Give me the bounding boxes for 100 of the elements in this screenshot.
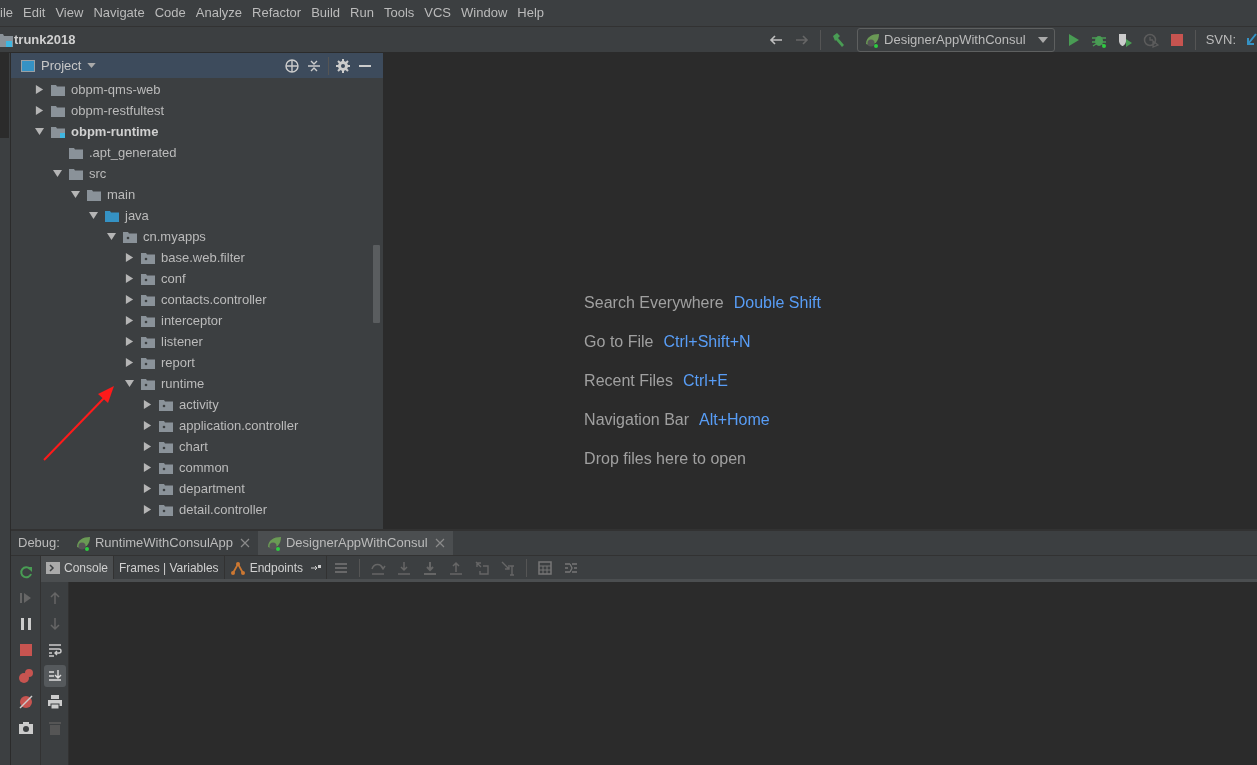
tree-item[interactable]: common <box>179 457 229 478</box>
collapse-arrow-icon[interactable] <box>106 232 116 241</box>
menu-item[interactable]: Code <box>154 3 186 23</box>
menu-item[interactable]: View <box>55 3 84 23</box>
tree-item[interactable]: chart <box>179 436 208 457</box>
expand-arrow-icon[interactable] <box>124 295 134 304</box>
expand-arrow-icon[interactable] <box>142 484 152 493</box>
menu-item[interactable]: Tools <box>383 3 415 23</box>
package-icon <box>159 419 173 432</box>
menu-item[interactable]: Build <box>311 3 341 23</box>
spring-leaf-icon <box>265 535 282 551</box>
tree-item[interactable]: department <box>179 478 245 499</box>
expand-arrow-icon[interactable] <box>124 337 134 346</box>
collapse-arrow-icon[interactable] <box>34 127 44 136</box>
collapse-arrow-icon[interactable] <box>52 169 62 178</box>
hint-text: Navigation Bar <box>584 410 690 430</box>
panel-title[interactable]: Project <box>41 55 82 76</box>
collapse-arrow-icon[interactable] <box>124 379 134 388</box>
tree-item[interactable]: interceptor <box>161 310 223 331</box>
package-icon <box>159 440 173 453</box>
folder-icon <box>87 188 101 201</box>
soft-wrap-icon[interactable] <box>46 642 63 658</box>
tree-item[interactable]: obpm-qms-web <box>71 79 161 100</box>
menu-item[interactable]: Edit <box>23 3 46 23</box>
camera-icon[interactable] <box>17 720 34 736</box>
debug-label: Debug: <box>17 534 61 553</box>
package-icon <box>141 377 155 390</box>
locate-target-icon[interactable] <box>284 57 300 74</box>
debug-tab[interactable]: DesignerAppWithConsul <box>257 531 453 555</box>
package-icon <box>141 314 155 327</box>
mute-breakpoints-icon[interactable] <box>17 694 34 710</box>
tree-item[interactable]: .apt_generated <box>89 142 177 163</box>
tree-item[interactable]: base.web.filter <box>161 247 245 268</box>
tree-item[interactable]: src <box>89 163 107 184</box>
project-breadcrumb[interactable]: trunk2018 <box>14 29 76 50</box>
collapse-arrow-icon[interactable] <box>70 190 80 199</box>
tree-item[interactable]: report <box>161 352 195 373</box>
tree-item[interactable]: java <box>125 205 149 226</box>
menu-item[interactable]: ile <box>0 3 13 23</box>
menu-item[interactable]: Analyze <box>195 3 242 23</box>
scrollbar-thumb[interactable] <box>373 245 380 323</box>
menu-item[interactable]: Window <box>461 3 508 23</box>
package-icon <box>141 356 155 369</box>
debug-subtab[interactable]: Frames | Variables <box>114 556 225 579</box>
menu-item[interactable]: Navigate <box>93 3 145 23</box>
pin-icon[interactable] <box>311 563 321 572</box>
menu-item[interactable]: Help <box>517 3 545 23</box>
expand-arrow-icon[interactable] <box>142 400 152 409</box>
endpoints-icon <box>229 559 246 576</box>
debug-tab[interactable]: RuntimeWithConsulApp <box>66 531 258 555</box>
package-icon <box>159 482 173 495</box>
tree-item[interactable]: contacts.controller <box>161 289 267 310</box>
settings-icon[interactable] <box>335 57 351 74</box>
menu-item[interactable]: VCS <box>424 3 452 23</box>
run-config-dropdown[interactable]: DesignerAppWithConsul <box>857 27 1055 52</box>
expand-arrow-icon[interactable] <box>34 106 44 115</box>
coverage-icon[interactable] <box>1116 31 1133 48</box>
tree-item[interactable]: cn.myapps <box>143 226 206 247</box>
scroll-to-end-button[interactable] <box>43 665 66 687</box>
folder-icon <box>69 146 83 159</box>
expand-arrow-icon[interactable] <box>124 253 134 262</box>
menu-item[interactable]: Run <box>350 3 374 23</box>
tree-item[interactable]: obpm-runtime <box>71 121 159 142</box>
package-icon <box>141 272 155 285</box>
expand-arrow-icon[interactable] <box>142 463 152 472</box>
close-icon[interactable] <box>434 538 445 548</box>
tree-item[interactable]: main <box>107 184 136 205</box>
stop-icon[interactable] <box>1168 31 1185 48</box>
tree-item[interactable]: listener <box>161 331 203 352</box>
tree-item[interactable]: obpm-restfultest <box>71 100 165 121</box>
rerun-icon[interactable] <box>17 564 34 580</box>
breakpoints-icon[interactable] <box>17 668 34 684</box>
package-icon <box>159 461 173 474</box>
stop-icon[interactable] <box>17 642 34 658</box>
collapse-arrow-icon[interactable] <box>88 211 98 220</box>
shortcut-text: Ctrl+E <box>683 371 728 391</box>
tree-item[interactable]: application.controller <box>179 415 299 436</box>
tree-item[interactable]: conf <box>161 268 186 289</box>
menu-item[interactable]: Refactor <box>252 3 302 23</box>
update-arrow-icon[interactable] <box>1246 31 1257 48</box>
expand-arrow-icon[interactable] <box>124 358 134 367</box>
expand-arrow-icon[interactable] <box>124 316 134 325</box>
tree-item[interactable]: detail.controller <box>179 499 268 520</box>
expand-arrow-icon[interactable] <box>124 274 134 283</box>
expand-arrow-icon[interactable] <box>142 505 152 514</box>
tree-item[interactable]: activity <box>179 394 219 415</box>
print-icon[interactable] <box>46 694 63 710</box>
expand-arrow-icon[interactable] <box>34 85 44 94</box>
svn-label: SVN: <box>1205 30 1236 49</box>
tree-item[interactable]: runtime <box>161 373 205 394</box>
debug-subtab[interactable]: Endpoints <box>224 556 327 579</box>
expand-arrow-icon[interactable] <box>142 421 152 430</box>
module-icon <box>51 125 65 138</box>
debug-subtab[interactable]: Console <box>41 556 115 579</box>
expand-arrow-icon[interactable] <box>142 442 152 451</box>
close-icon[interactable] <box>239 538 250 548</box>
dropdown-caret-icon[interactable] <box>87 63 97 68</box>
hint-text: Recent Files <box>584 371 673 391</box>
folder-icon <box>69 167 83 180</box>
folder-icon <box>105 209 119 222</box>
